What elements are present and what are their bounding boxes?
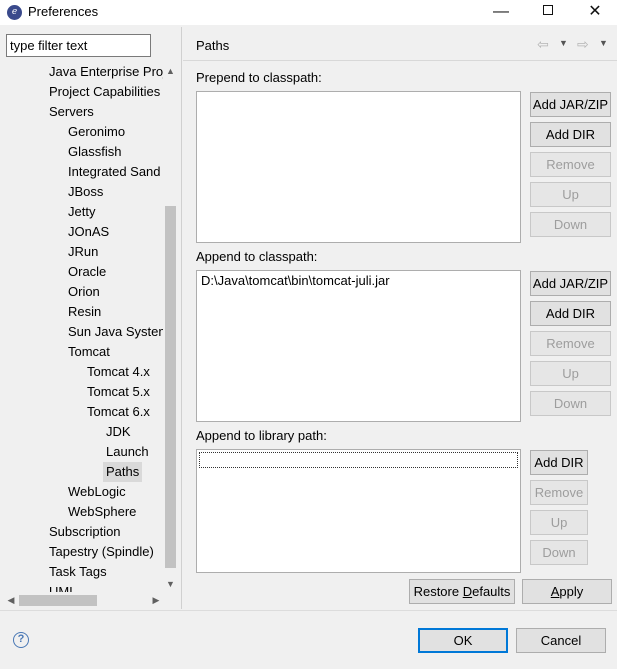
- append-library-path-label: Append to library path:: [196, 428, 327, 443]
- close-button[interactable]: ✕: [572, 0, 617, 25]
- tree-item[interactable]: WebLogic: [68, 482, 126, 502]
- tree-item[interactable]: JRun: [68, 242, 98, 262]
- prepend-remove-button[interactable]: Remove: [530, 152, 611, 177]
- tree-item[interactable]: UML: [49, 582, 76, 592]
- append-classpath-label: Append to classpath:: [196, 249, 318, 264]
- vertical-scroll-thumb[interactable]: [165, 206, 176, 568]
- eclipse-app-icon: e: [7, 5, 22, 20]
- tree-item[interactable]: Tomcat: [68, 342, 110, 362]
- cancel-button[interactable]: Cancel: [516, 628, 606, 653]
- apply-button[interactable]: Apply: [522, 579, 612, 604]
- tree-horizontal-scrollbar[interactable]: ◀ ▶: [4, 592, 164, 609]
- title-bar: e Preferences — ✕: [0, 0, 617, 25]
- tree-item[interactable]: Oracle: [68, 262, 106, 282]
- tree-item[interactable]: Tomcat 5.x: [87, 382, 150, 402]
- library-down-button[interactable]: Down: [530, 540, 588, 565]
- append-add-jar-button[interactable]: Add JAR/ZIP: [530, 271, 611, 296]
- tree-item[interactable]: Launch: [106, 442, 149, 462]
- append-library-path-list[interactable]: [196, 449, 521, 573]
- restore-defaults-label-post: efaults: [472, 584, 511, 599]
- tree-item[interactable]: Integrated Sand: [68, 162, 161, 182]
- tree-item[interactable]: Paths: [103, 462, 143, 482]
- restore-defaults-mnemonic: D: [462, 584, 473, 599]
- prepend-down-button[interactable]: Down: [530, 212, 611, 237]
- tree-item[interactable]: Tomcat 4.x: [87, 362, 150, 382]
- append-classpath-list[interactable]: D:\Java\tomcat\bin\tomcat-juli.jar: [196, 270, 521, 422]
- scroll-left-arrow-icon[interactable]: ◀: [4, 592, 18, 609]
- back-menu-chevron-down-icon[interactable]: ▼: [559, 38, 568, 48]
- append-up-button[interactable]: Up: [530, 361, 611, 386]
- focus-indicator: [199, 452, 518, 468]
- tree-item[interactable]: Project Capabilities: [49, 82, 160, 102]
- prepend-classpath-label: Prepend to classpath:: [196, 70, 322, 85]
- minimize-button[interactable]: —: [478, 0, 524, 25]
- tree-item[interactable]: JBoss: [68, 182, 103, 202]
- scroll-right-arrow-icon[interactable]: ▶: [149, 592, 163, 609]
- tree-vertical-scrollbar[interactable]: ▲ ▼: [163, 62, 178, 592]
- prepend-add-dir-button[interactable]: Add DIR: [530, 122, 611, 147]
- back-arrow-icon[interactable]: ⇦: [537, 36, 549, 53]
- tree-item[interactable]: JDK: [106, 422, 131, 442]
- tree-item[interactable]: JOnAS: [68, 222, 109, 242]
- filter-input[interactable]: [6, 34, 151, 57]
- page-title: Paths: [196, 38, 230, 53]
- append-down-button[interactable]: Down: [530, 391, 611, 416]
- append-remove-button[interactable]: Remove: [530, 331, 611, 356]
- header-divider: [183, 60, 617, 61]
- prepend-add-jar-button[interactable]: Add JAR/ZIP: [530, 92, 611, 117]
- tree-item[interactable]: Servers: [49, 102, 94, 122]
- tree-item[interactable]: Sun Java System: [68, 322, 164, 342]
- scroll-down-arrow-icon[interactable]: ▼: [163, 577, 178, 592]
- library-add-dir-button[interactable]: Add DIR: [530, 450, 588, 475]
- tree-item[interactable]: Subscription: [49, 522, 121, 542]
- forward-menu-chevron-down-icon[interactable]: ▼: [599, 38, 608, 48]
- prepend-up-button[interactable]: Up: [530, 182, 611, 207]
- tree-item[interactable]: WebSphere: [68, 502, 136, 522]
- maximize-icon: [543, 5, 553, 16]
- apply-label-post: pply: [559, 584, 584, 599]
- ok-button[interactable]: OK: [418, 628, 508, 653]
- tree-item[interactable]: Glassfish: [68, 142, 121, 162]
- tree-item[interactable]: Jetty: [68, 202, 95, 222]
- list-item[interactable]: D:\Java\tomcat\bin\tomcat-juli.jar: [197, 272, 520, 290]
- help-icon[interactable]: ?: [13, 632, 29, 648]
- tree-item[interactable]: Orion: [68, 282, 100, 302]
- page-header: Paths ⇦ ▼ ⇨ ▼: [183, 27, 617, 60]
- horizontal-scroll-thumb[interactable]: [19, 595, 97, 606]
- maximize-button[interactable]: [525, 0, 571, 25]
- library-remove-button[interactable]: Remove: [530, 480, 588, 505]
- forward-arrow-icon[interactable]: ⇨: [577, 36, 589, 53]
- append-add-dir-button[interactable]: Add DIR: [530, 301, 611, 326]
- tree-item[interactable]: Tapestry (Spindle): [49, 542, 154, 562]
- restore-defaults-label-pre: Restore: [413, 584, 463, 599]
- tree-item[interactable]: Tomcat 6.x: [87, 402, 150, 422]
- window-title: Preferences: [28, 4, 99, 19]
- footer-divider: [0, 610, 617, 611]
- scroll-up-arrow-icon[interactable]: ▲: [163, 64, 178, 79]
- tree-item[interactable]: Geronimo: [68, 122, 125, 142]
- prepend-classpath-list[interactable]: [196, 91, 521, 243]
- preference-tree: Java Enterprise Proj Project Capabilities…: [0, 62, 164, 592]
- tree-item[interactable]: Java Enterprise Proj: [49, 62, 164, 82]
- tree-item[interactable]: Resin: [68, 302, 101, 322]
- tree-item[interactable]: Task Tags: [49, 562, 107, 582]
- restore-defaults-button[interactable]: Restore Defaults: [409, 579, 515, 604]
- pane-splitter[interactable]: [181, 27, 182, 609]
- library-up-button[interactable]: Up: [530, 510, 588, 535]
